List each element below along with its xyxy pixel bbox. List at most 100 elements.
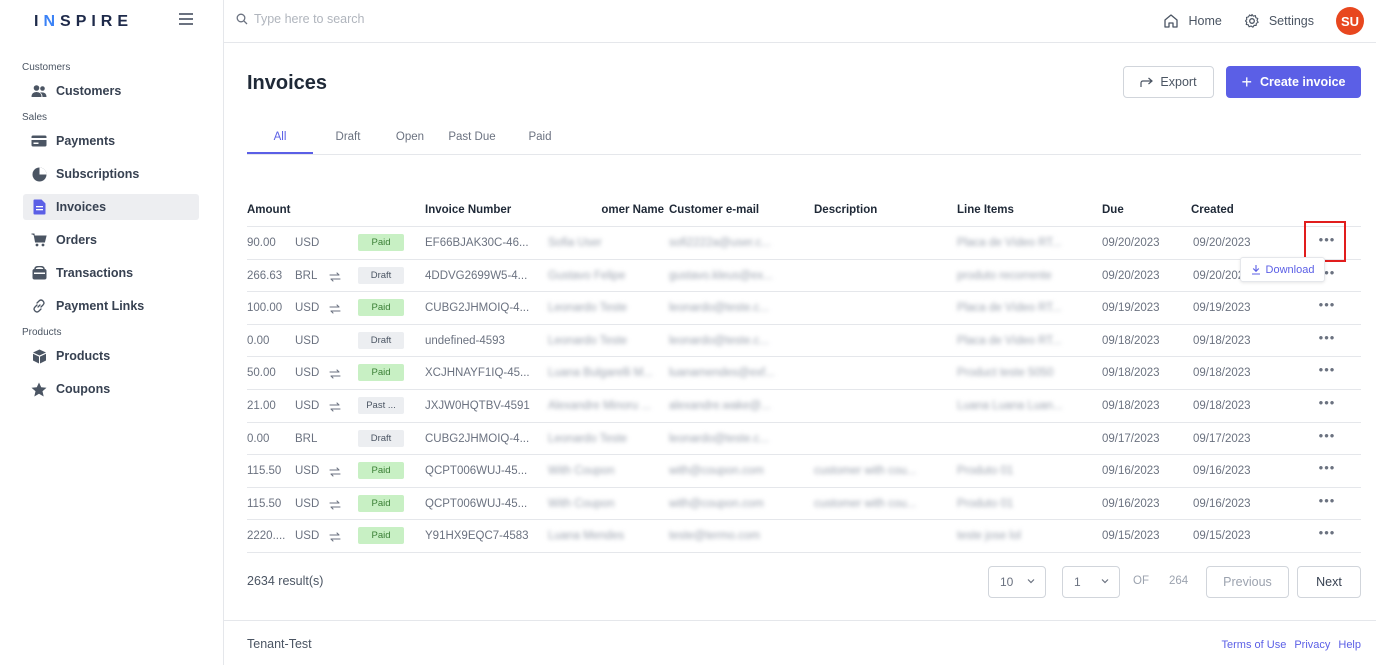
- download-menu-item[interactable]: Download: [1240, 257, 1325, 282]
- previous-button[interactable]: Previous: [1206, 566, 1289, 598]
- results-count: 2634 result(s): [247, 574, 324, 588]
- due-date-cell: 09/18/2023: [1102, 399, 1160, 412]
- more-actions-icon[interactable]: •••: [1318, 493, 1336, 512]
- chevron-down-icon: [1101, 579, 1109, 584]
- column-header[interactable]: Created: [1191, 204, 1281, 216]
- amount-cell: 0.00: [247, 334, 270, 347]
- current-page-value: 1: [1074, 575, 1081, 589]
- settings-link[interactable]: Settings: [1244, 13, 1314, 29]
- table-row[interactable]: 50.00 USD Paid XCJHNAYF1IQ-45... Luana Bulga…: [247, 357, 1361, 390]
- table-row[interactable]: 115.50 USD Paid QCPT006WUJ-45... With Coupon…: [247, 488, 1361, 521]
- document-icon: [31, 199, 47, 215]
- created-date-cell: 09/18/2023: [1193, 367, 1251, 380]
- more-actions-icon[interactable]: •••: [1318, 461, 1336, 479]
- sidebar-item-coupons[interactable]: Coupons: [23, 376, 199, 402]
- table-row[interactable]: 266.63 BRL Draft 4DDVG2699W5-4... Gustavo Fe…: [247, 260, 1361, 293]
- currency-cell: BRL: [295, 269, 318, 282]
- created-date-cell: 09/20/2023: [1193, 237, 1251, 249]
- currency-cell: USD: [295, 399, 320, 412]
- more-actions-icon[interactable]: •••: [1318, 395, 1336, 414]
- invoice-number-cell: EF66BJAK30C-46...: [425, 237, 529, 249]
- settings-label: Settings: [1268, 14, 1314, 28]
- box-icon: [31, 348, 47, 364]
- invoice-number-cell: Y91HX9EQC7-4583: [425, 530, 529, 543]
- line-items-cell: teste jose lol: [957, 530, 1021, 543]
- export-label: Export: [1160, 75, 1197, 89]
- logo-row: INSPIRE: [0, 0, 223, 43]
- sidebar-item-orders[interactable]: Orders: [23, 227, 199, 253]
- next-button[interactable]: Next: [1297, 566, 1361, 598]
- more-actions-icon[interactable]: •••: [1318, 363, 1336, 381]
- due-date-cell: 09/19/2023: [1102, 302, 1160, 315]
- sidebar-item-payment-links[interactable]: Payment Links: [23, 293, 199, 319]
- page-number-select[interactable]: 1: [1062, 566, 1120, 598]
- sidebar-item-invoices[interactable]: Invoices: [23, 194, 199, 220]
- column-header[interactable]: Customer e-mail: [669, 204, 809, 216]
- amount-cell: 266.63: [247, 269, 283, 282]
- tab-all[interactable]: All: [247, 127, 313, 154]
- column-header[interactable]: Line Items: [957, 204, 1097, 216]
- created-date-cell: 09/17/2023: [1193, 432, 1251, 445]
- due-date-cell: 09/18/2023: [1102, 367, 1160, 380]
- column-header[interactable]: Due: [1102, 204, 1182, 216]
- column-header[interactable]: omer Name: [572, 204, 664, 216]
- topbar: Home Settings SU: [224, 0, 1376, 43]
- status-badge: Paid: [358, 494, 404, 512]
- footer-link-privacy[interactable]: Privacy: [1294, 639, 1330, 651]
- customer-email-cell: leonardo@teste.c...: [669, 302, 769, 315]
- table-row[interactable]: 115.50 USD Paid QCPT006WUJ-45... With Coupon…: [247, 455, 1361, 488]
- export-button[interactable]: Export: [1123, 66, 1214, 98]
- home-icon: [1164, 14, 1179, 28]
- inspire-logo[interactable]: INSPIRE: [34, 13, 133, 31]
- footer-link-terms-of-use[interactable]: Terms of Use: [1222, 639, 1287, 651]
- user-avatar[interactable]: SU: [1336, 7, 1364, 35]
- due-date-cell: 09/20/2023: [1102, 237, 1160, 249]
- currency-cell: USD: [295, 302, 320, 315]
- table-row[interactable]: 21.00 USD Past ... JXJW0HQTBV-4591 Alexandre…: [247, 390, 1361, 423]
- chevron-down-icon: [1027, 579, 1035, 584]
- download-label: Download: [1265, 263, 1315, 276]
- customer-email-cell: gustavo.kleus@ex...: [669, 269, 773, 282]
- table-row[interactable]: 0.00 BRL Draft CUBG2JHMOIQ-4... Leonardo Tes…: [247, 423, 1361, 456]
- line-items-cell: Product teste 5050: [957, 367, 1054, 380]
- currency-cell: USD: [295, 530, 320, 543]
- customer-email-cell: alexandre.wake@...: [669, 399, 771, 412]
- hamburger-menu-icon[interactable]: [179, 13, 193, 25]
- line-items-cell: Placa de Vídeo RT...: [957, 334, 1062, 347]
- currency-cell: BRL: [295, 432, 318, 445]
- table-row[interactable]: 100.00 USD Paid CUBG2JHMOIQ-4... Leonardo Te…: [247, 292, 1361, 325]
- tab-open[interactable]: Open: [387, 127, 433, 154]
- tab-draft[interactable]: Draft: [316, 127, 380, 154]
- recurring-icon: [329, 269, 341, 287]
- invoice-number-cell: QCPT006WUJ-45...: [425, 497, 528, 510]
- table-row[interactable]: 90.00 USD Paid EF66BJAK30C-46... Sofia User s…: [247, 227, 1361, 260]
- home-link[interactable]: Home: [1163, 13, 1222, 29]
- sidebar-item-transactions[interactable]: Transactions: [23, 260, 199, 286]
- more-actions-icon[interactable]: •••: [1318, 526, 1336, 544]
- sidebar-nav: Customers Customers Sales Payments Subscript…: [0, 43, 223, 402]
- column-header[interactable]: Invoice Number: [425, 204, 565, 216]
- sidebar-item-customers[interactable]: Customers: [23, 78, 199, 104]
- invoice-number-cell: CUBG2JHMOIQ-4...: [425, 302, 530, 315]
- page-size-select[interactable]: 10: [988, 566, 1046, 598]
- created-date-cell: 09/19/2023: [1193, 302, 1251, 315]
- sidebar: INSPIRE Customers Customers Sales Payments S…: [0, 0, 224, 665]
- search-input[interactable]: [254, 12, 554, 26]
- more-actions-icon[interactable]: •••: [1318, 330, 1336, 349]
- sidebar-item-subscriptions[interactable]: Subscriptions: [23, 161, 199, 187]
- sidebar-item-payments[interactable]: Payments: [23, 128, 199, 154]
- tab-paid[interactable]: Paid: [513, 127, 567, 154]
- create-invoice-button[interactable]: + Create invoice: [1226, 66, 1361, 98]
- column-header[interactable]: Amount: [247, 204, 397, 216]
- column-header[interactable]: Description: [814, 204, 954, 216]
- table-row[interactable]: 0.00 USD Draft undefined-4593 Leonardo Teste…: [247, 325, 1361, 358]
- table-row[interactable]: 2220.... USD Paid Y91HX9EQC7-4583 Luana Mend…: [247, 520, 1361, 553]
- tab-past-due[interactable]: Past Due: [435, 127, 509, 154]
- invoice-number-cell: XCJHNAYF1IQ-45...: [425, 367, 530, 380]
- sidebar-item-products[interactable]: Products: [23, 343, 199, 369]
- invoice-number-cell: 4DDVG2699W5-4...: [425, 269, 528, 282]
- currency-cell: USD: [295, 465, 320, 478]
- more-actions-icon[interactable]: •••: [1318, 428, 1336, 447]
- footer-link-help[interactable]: Help: [1338, 639, 1361, 651]
- more-actions-icon[interactable]: •••: [1318, 298, 1336, 316]
